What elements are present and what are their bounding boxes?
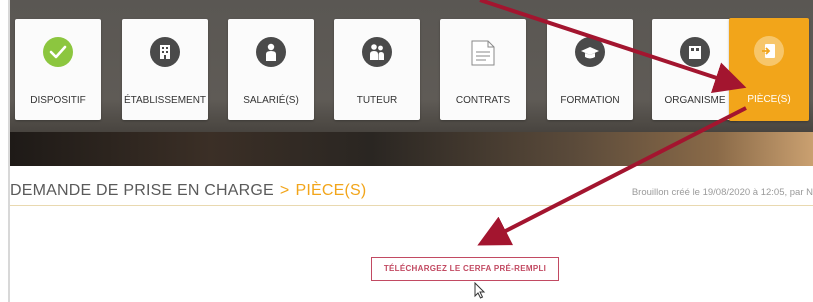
annotation-arrow-to-pieces <box>479 0 747 93</box>
annotation-arrow-to-cerfa <box>477 106 747 246</box>
annotation-arrows <box>477 0 747 246</box>
page: DISPOSITIF ÉTABLISSEMENT SALARIÉ(S) TUTE… <box>0 0 813 302</box>
